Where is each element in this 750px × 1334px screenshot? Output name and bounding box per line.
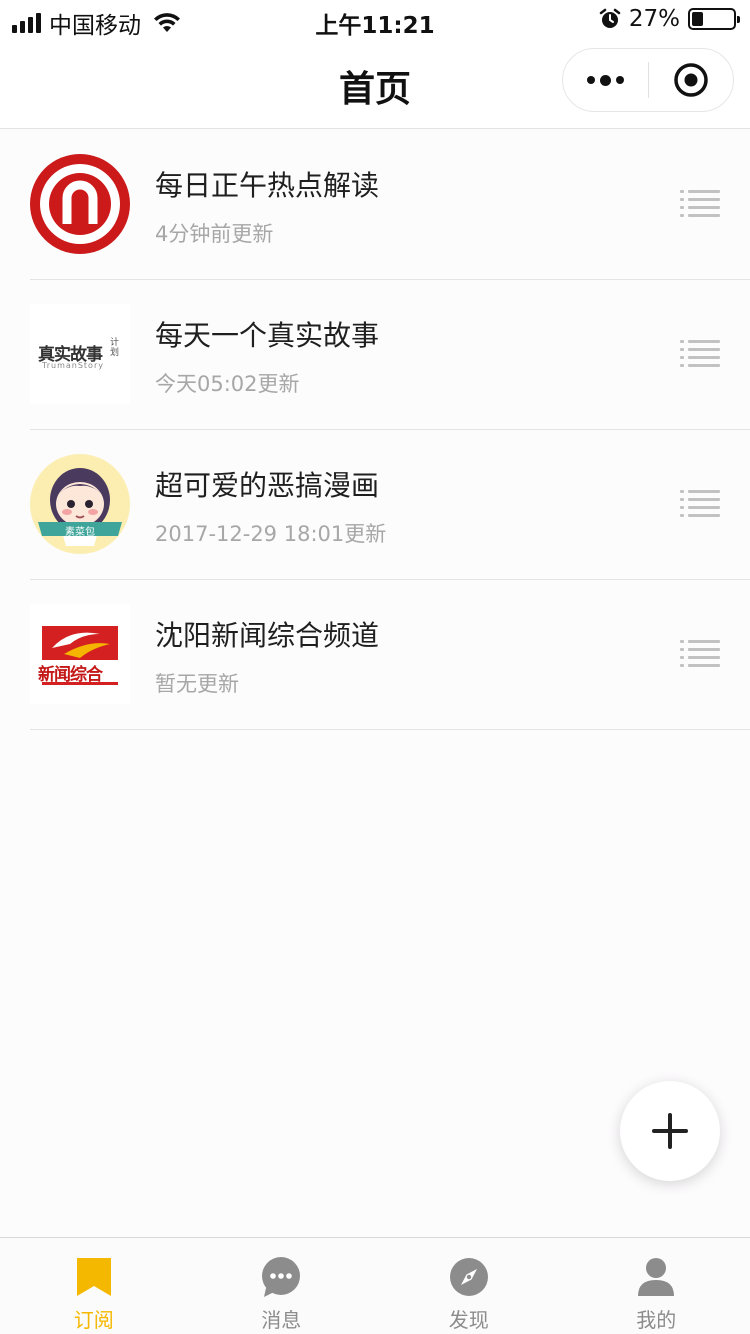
tab-me[interactable]: 我的	[563, 1238, 750, 1334]
tab-label: 我的	[636, 1308, 677, 1332]
person-icon	[638, 1258, 675, 1296]
app-screen: 中国移动 上午11:21 27% 首页 每日正午热点解读 4分钟前更新 真实故事…	[0, 0, 750, 1334]
item-update-time: 今天05:02更新	[155, 372, 300, 396]
item-update-time: 4分钟前更新	[155, 222, 274, 246]
compass-icon	[449, 1258, 488, 1296]
avatar-badge-text: 素菜包	[65, 527, 95, 538]
item-title: 每天一个真实故事	[155, 319, 380, 352]
item-update-time: 2017-12-29 18:01更新	[155, 522, 387, 546]
tab-subscribe[interactable]: 订阅	[0, 1238, 188, 1334]
list-menu-icon[interactable]	[680, 488, 720, 518]
item-title: 沈阳新闻综合频道	[155, 619, 380, 652]
list-menu-icon[interactable]	[680, 638, 720, 668]
status-right: 27%	[599, 6, 740, 32]
list-item[interactable]: 每日正午热点解读 4分钟前更新	[0, 130, 750, 280]
tab-label: 发现	[448, 1308, 489, 1332]
true-story-logo-avatar: 真实故事 计划 TrumanStory	[30, 304, 130, 404]
chat-bubble-icon	[262, 1257, 301, 1297]
battery-icon	[688, 8, 740, 30]
item-title: 超可爱的恶搞漫画	[155, 469, 380, 502]
tab-discover[interactable]: 发现	[375, 1238, 563, 1334]
true-story-logo-en: TrumanStory	[42, 361, 104, 370]
tab-bar: 订阅 消息 发现 我的	[0, 1237, 750, 1334]
bookmark-icon	[76, 1258, 111, 1296]
list-item[interactable]: 新闻综合 沈阳新闻综合频道 暂无更新	[0, 580, 750, 730]
list-item[interactable]: 素菜包 超可爱的恶搞漫画 2017-12-29 18:01更新	[0, 430, 750, 580]
alarm-icon	[599, 8, 621, 28]
mini-program-capsule	[562, 48, 734, 112]
list-menu-icon[interactable]	[680, 188, 720, 218]
true-story-logo-side: 计划	[110, 338, 120, 358]
red-n-logo-avatar	[30, 154, 130, 254]
subscription-list: 每日正午热点解读 4分钟前更新 真实故事 计划 TrumanStory 每天一个…	[0, 130, 750, 730]
battery-fill	[692, 12, 703, 26]
battery-percent: 27%	[628, 6, 680, 32]
add-subscription-button[interactable]	[620, 1081, 720, 1181]
status-bar: 中国移动 上午11:21 27%	[0, 0, 750, 40]
more-dots-icon	[586, 74, 624, 86]
list-menu-icon[interactable]	[680, 338, 720, 368]
more-button[interactable]	[563, 48, 648, 112]
navigation-bar: 首页	[0, 40, 750, 129]
close-mini-program-button[interactable]	[649, 48, 734, 112]
row-divider	[30, 729, 750, 730]
plus-icon	[652, 1113, 688, 1149]
shenyang-news-logo-avatar: 新闻综合	[30, 604, 130, 704]
list-item[interactable]: 真实故事 计划 TrumanStory 每天一个真实故事 今天05:02更新	[0, 280, 750, 430]
target-close-icon	[674, 63, 708, 97]
shenyang-logo-text: 新闻综合	[38, 665, 103, 685]
tab-messages[interactable]: 消息	[188, 1238, 376, 1334]
cartoon-girl-avatar: 素菜包	[30, 454, 130, 554]
tab-label: 消息	[261, 1308, 302, 1332]
item-title: 每日正午热点解读	[155, 169, 380, 202]
item-update-time: 暂无更新	[155, 672, 239, 696]
tab-label: 订阅	[73, 1308, 114, 1332]
